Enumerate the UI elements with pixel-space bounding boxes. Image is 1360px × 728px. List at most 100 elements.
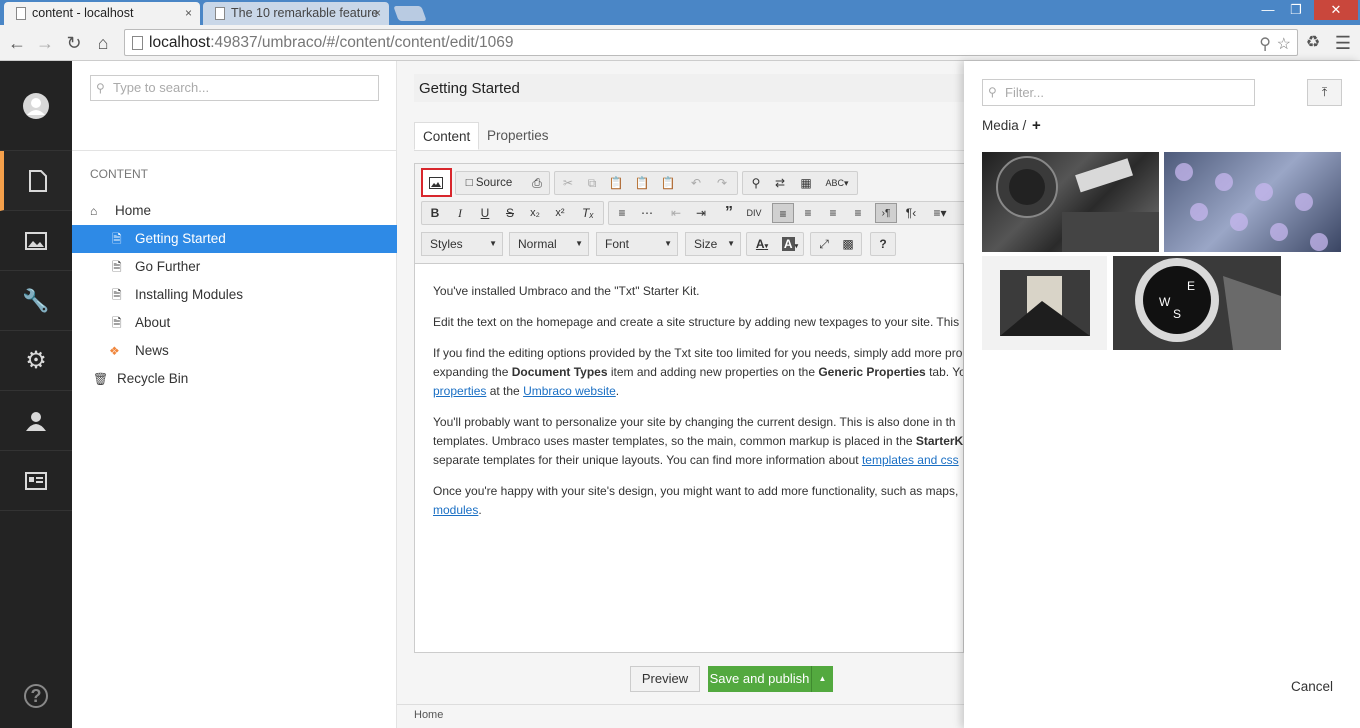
size-dropdown[interactable]: Size ▼ [685,232,741,256]
bookmark-star-icon[interactable]: ☆ [1277,34,1291,54]
user-avatar[interactable] [0,61,72,151]
reload-icon[interactable]: ↻ [63,32,85,54]
text-line: If you find the editing options provided… [433,346,963,360]
divider [414,150,964,151]
document-name-field[interactable]: Getting Started [414,74,964,102]
members-section-icon[interactable] [0,451,72,511]
tree-node-about[interactable]: 🗎 About [72,309,397,337]
select-all-icon[interactable]: ▦ [795,173,817,193]
content-section-icon[interactable] [0,151,72,211]
minimize-icon[interactable]: — [1254,0,1282,20]
forward-icon[interactable]: → [34,32,56,54]
media-filter-input[interactable]: ⚲ Filter... [982,79,1255,106]
tree-node-news[interactable]: ❖ News [72,337,397,365]
italic-icon[interactable]: I [449,203,471,223]
replace-icon[interactable]: ⇄ [769,173,791,193]
cut-icon[interactable]: ✂ [557,173,579,193]
help-icon[interactable]: ? [0,666,72,726]
spellcheck-icon[interactable]: ABC▾ [821,173,853,193]
rte-content-body[interactable]: You've installed Umbraco and the "Txt" S… [433,282,963,532]
tree-node-go-further[interactable]: 🗎 Go Further [72,253,397,281]
tree-search-input[interactable]: ⚲ Type to search... [90,75,379,101]
styles-dropdown[interactable]: Styles ▼ [421,232,503,256]
align-left-icon[interactable]: ≡ [772,203,794,223]
tree-node-recycle-bin[interactable]: 🗑 Recycle Bin [72,365,397,393]
browser-tab-features[interactable]: The 10 remarkable feature × [203,2,389,25]
breadcrumb-item-home[interactable]: Home [414,709,443,721]
remove-format-icon[interactable]: Tₓ [577,203,599,223]
home-icon[interactable]: ⌂ [92,32,114,54]
templates-css-link[interactable]: templates and css [862,453,959,467]
underline-icon[interactable]: U [474,203,496,223]
chrome-menu-icon[interactable]: ☰ [1332,32,1354,54]
text-direction-ltr-icon[interactable]: ›¶ [875,203,897,223]
bold-icon[interactable]: B [424,203,446,223]
add-folder-icon[interactable]: + [1032,117,1041,134]
url-field[interactable]: localhost:49837/umbraco/#/content/conten… [124,29,1298,56]
subscript-icon[interactable]: x₂ [524,203,546,223]
language-icon[interactable]: ≡▾ [925,203,955,223]
extension-icon[interactable]: ♻ [1302,32,1324,54]
about-help-icon[interactable]: ? [872,234,894,254]
background-color-icon[interactable]: A ▾ [777,234,803,254]
developer-wrench-icon[interactable]: 🔧 [0,271,72,331]
tab-content[interactable]: Content [414,122,480,150]
bulleted-list-icon[interactable]: ⋯ [636,203,658,223]
tree-node-home[interactable]: ⌂ Home [72,197,397,225]
tree-node-installing-modules[interactable]: 🗎 Installing Modules [72,281,397,309]
create-div-icon[interactable]: DIV [743,203,765,223]
format-dropdown[interactable]: Normal ▼ [509,232,589,256]
close-tab-icon[interactable]: × [185,2,192,25]
text-direction-rtl-icon[interactable]: ¶‹ [900,203,922,223]
source-button[interactable]: □ Source [458,173,520,193]
indent-icon[interactable]: ⇥ [690,203,712,223]
align-right-icon[interactable]: ≡ [822,203,844,223]
modules-link[interactable]: modules [433,503,478,517]
text-color-icon[interactable]: A▾ [749,234,775,254]
properties-link[interactable]: properties [433,384,486,398]
window-close-icon[interactable]: ✕ [1314,0,1358,20]
justify-icon[interactable]: ≡ [847,203,869,223]
browser-tab-content[interactable]: content - localhost × [4,2,200,25]
back-icon[interactable]: ← [6,32,28,54]
blockquote-icon[interactable]: ” [718,203,740,223]
users-section-icon[interactable] [0,391,72,451]
outdent-icon[interactable]: ⇤ [665,203,687,223]
tree-node-getting-started[interactable]: 🗎 Getting Started [72,225,397,253]
copy-icon[interactable]: ⧉ [581,173,603,193]
show-blocks-icon[interactable]: ▩ [837,234,859,254]
align-center-icon[interactable]: ≡ [797,203,819,223]
insert-image-button[interactable] [421,168,452,197]
upload-button[interactable]: ⤒ [1307,79,1342,106]
paste-icon[interactable]: 📋 [605,173,627,193]
strikethrough-icon[interactable]: S [499,203,521,223]
zoom-search-icon[interactable]: ⚲ [1259,34,1271,54]
media-thumbnail[interactable] [982,256,1107,350]
new-tab-button[interactable] [393,6,427,21]
media-breadcrumb[interactable]: Media / [982,118,1026,133]
close-tab-icon[interactable]: × [374,2,381,25]
undo-icon[interactable]: ↶ [685,173,707,193]
paste-word-icon[interactable]: 📋 [657,173,679,193]
media-thumbnail[interactable] [1164,152,1341,252]
settings-gear-icon[interactable]: ⚙ [0,331,72,391]
tab-properties[interactable]: Properties [479,122,557,150]
media-section-icon[interactable] [0,211,72,271]
numbered-list-icon[interactable]: ≡ [611,203,633,223]
font-dropdown[interactable]: Font ▼ [596,232,678,256]
redo-icon[interactable]: ↷ [711,173,733,193]
search-placeholder: Type to search... [113,80,210,95]
restore-icon[interactable]: ❐ [1282,0,1310,20]
media-thumbnail[interactable]: W ES [1113,256,1281,350]
media-thumbnail[interactable] [982,152,1159,252]
caret-up-icon[interactable]: ▲ [811,666,833,692]
umbraco-website-link[interactable]: Umbraco website [523,384,616,398]
save-and-publish-button[interactable]: Save and publish ▲ [708,666,833,692]
paste-text-icon[interactable]: 📋 [631,173,653,193]
print-icon[interactable]: ⎙ [526,173,548,193]
superscript-icon[interactable]: x² [549,203,571,223]
cancel-button[interactable]: Cancel [1291,679,1333,694]
preview-button[interactable]: Preview [630,666,700,692]
find-icon[interactable]: ⚲ [745,173,767,193]
maximize-icon[interactable]: ⤢ [813,234,835,254]
